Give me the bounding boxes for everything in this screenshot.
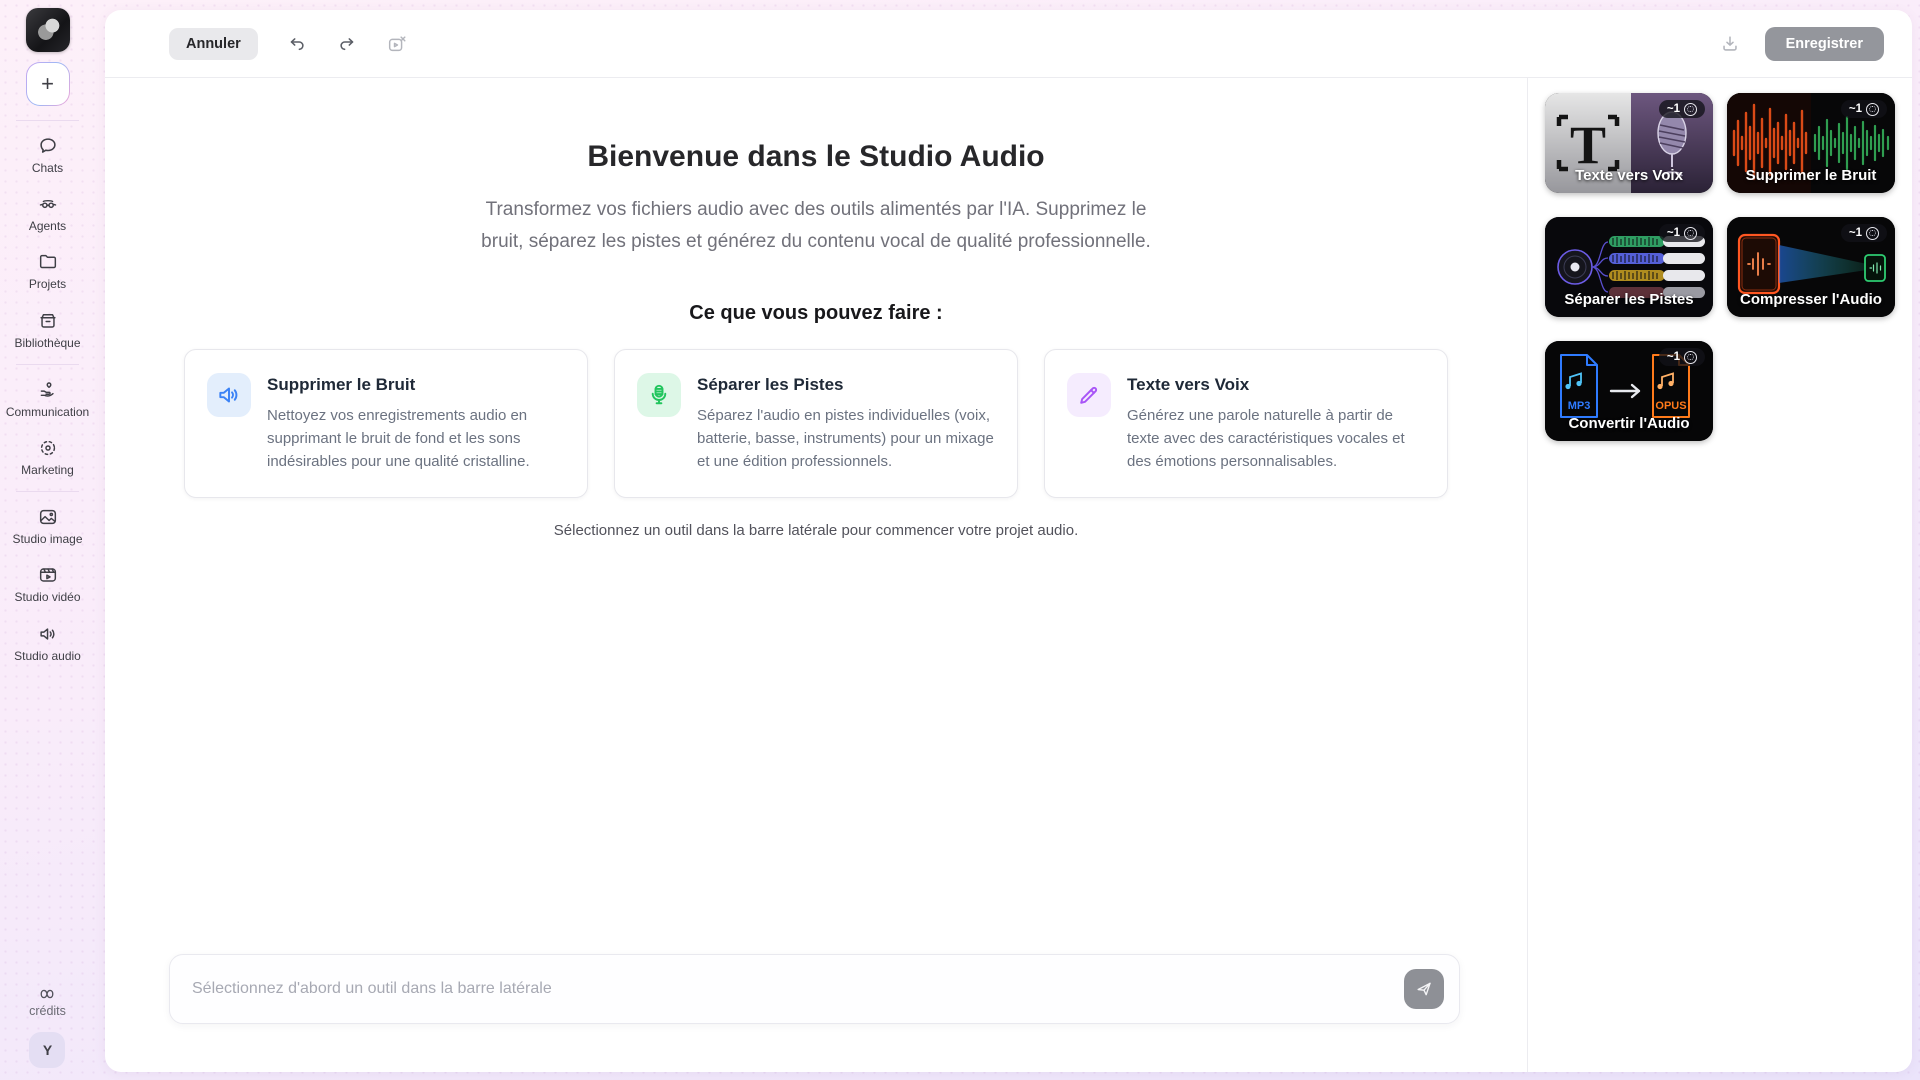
speaker-icon bbox=[37, 623, 59, 645]
sidebar-item-label: Projets bbox=[29, 278, 66, 291]
feature-title: Texte vers Voix bbox=[1127, 375, 1425, 395]
divider bbox=[16, 364, 79, 365]
credit-cost: ~1 bbox=[1849, 227, 1862, 239]
feature-cards: Supprimer le Bruit Nettoyez vos enregist… bbox=[184, 349, 1448, 498]
credits-label: crédits bbox=[29, 1004, 66, 1018]
sidebar-item-studio-video[interactable]: Studio vidéo bbox=[0, 564, 95, 604]
tool-tile-text-to-speech[interactable]: T ~1 Texte vers Voix bbox=[1545, 93, 1713, 193]
tool-tile-denoise[interactable]: ~1 Supprimer le Bruit bbox=[1727, 93, 1895, 193]
feature-card-denoise: Supprimer le Bruit Nettoyez vos enregist… bbox=[184, 349, 588, 498]
divider bbox=[16, 491, 79, 492]
workspace-avatar[interactable] bbox=[26, 8, 70, 52]
sidebar-item-label: Communication bbox=[6, 406, 89, 419]
paper-plane-icon bbox=[1414, 979, 1434, 999]
coin-icon bbox=[1684, 351, 1697, 364]
tools-panel: T ~1 Texte vers Voix bbox=[1527, 78, 1912, 1072]
microphone-icon bbox=[637, 373, 681, 417]
feature-description: Séparez l'audio en pistes individuelles … bbox=[697, 404, 995, 474]
coin-icon bbox=[1684, 227, 1697, 240]
sidebar-item-studio-image[interactable]: Studio image bbox=[0, 506, 95, 546]
credit-cost: ~1 bbox=[1849, 103, 1862, 115]
sidebar-item-chats[interactable]: Chats bbox=[0, 135, 95, 175]
tool-tile-convert[interactable]: MP3 OPUS ~1 Conver bbox=[1545, 341, 1713, 441]
folder-icon bbox=[37, 251, 59, 273]
tool-tile-separate-tracks[interactable]: ~1 Séparer les Pistes bbox=[1545, 217, 1713, 317]
credit-badge: ~1 bbox=[1659, 348, 1705, 366]
archive-box-icon bbox=[37, 310, 59, 332]
agents-icon bbox=[37, 193, 59, 215]
credit-cost: ~1 bbox=[1667, 103, 1680, 115]
sidebar-item-label: Marketing bbox=[21, 464, 74, 477]
feature-description: Nettoyez vos enregistrements audio en su… bbox=[267, 404, 565, 474]
chat-icon bbox=[37, 135, 59, 157]
prompt-bar bbox=[169, 954, 1460, 1024]
image-icon bbox=[37, 506, 59, 528]
helper-text: Sélectionnez un outil dans la barre laté… bbox=[554, 522, 1078, 539]
page-title: Bienvenue dans le Studio Audio bbox=[587, 140, 1044, 174]
hand-heart-icon bbox=[37, 379, 59, 401]
welcome-area: Bienvenue dans le Studio Audio Transform… bbox=[105, 78, 1527, 1072]
feature-title: Séparer les Pistes bbox=[697, 375, 995, 395]
sidebar-item-studio-audio[interactable]: Studio audio bbox=[0, 623, 95, 663]
clear-media-icon[interactable] bbox=[386, 33, 408, 55]
credit-badge: ~1 bbox=[1841, 100, 1887, 118]
sidebar-item-projects[interactable]: Projets bbox=[0, 251, 95, 291]
main-card: Annuler Enregistrer Bienvenue dans le St… bbox=[105, 10, 1912, 1072]
plus-icon: + bbox=[41, 71, 54, 97]
send-button[interactable] bbox=[1404, 969, 1444, 1009]
toolbar: Annuler Enregistrer bbox=[105, 10, 1912, 78]
credits-indicator[interactable]: crédits bbox=[29, 987, 66, 1018]
pen-icon bbox=[1067, 373, 1111, 417]
cancel-button[interactable]: Annuler bbox=[169, 28, 258, 60]
prompt-input[interactable] bbox=[192, 980, 1392, 998]
svg-text:T: T bbox=[1570, 115, 1606, 175]
undo-icon[interactable] bbox=[286, 33, 308, 55]
sidebar-item-label: Agents bbox=[29, 220, 66, 233]
sidebar-item-library[interactable]: Bibliothèque bbox=[0, 310, 95, 350]
credit-badge: ~1 bbox=[1659, 224, 1705, 242]
sidebar-item-marketing[interactable]: Marketing bbox=[0, 437, 95, 477]
svg-text:OPUS: OPUS bbox=[1655, 400, 1686, 412]
svg-text:MP3: MP3 bbox=[1568, 400, 1591, 412]
coin-icon bbox=[1866, 103, 1879, 116]
speaker-icon bbox=[207, 373, 251, 417]
credit-badge: ~1 bbox=[1659, 100, 1705, 118]
sidebar-item-communication[interactable]: Communication bbox=[0, 379, 95, 419]
coin-icon bbox=[1684, 103, 1697, 116]
divider bbox=[16, 120, 79, 121]
tool-tile-compress[interactable]: ~1 Compresser l'Audio bbox=[1727, 217, 1895, 317]
user-avatar[interactable]: Y bbox=[29, 1032, 65, 1068]
credit-cost: ~1 bbox=[1667, 227, 1680, 239]
new-chat-button[interactable]: + bbox=[26, 62, 70, 106]
credit-cost: ~1 bbox=[1667, 351, 1680, 363]
feature-description: Générez une parole naturelle à partir de… bbox=[1127, 404, 1425, 474]
feature-title: Supprimer le Bruit bbox=[267, 375, 565, 395]
redo-icon[interactable] bbox=[336, 33, 358, 55]
save-button[interactable]: Enregistrer bbox=[1765, 27, 1884, 61]
sidebar-item-label: Studio image bbox=[12, 533, 82, 546]
download-icon[interactable] bbox=[1719, 33, 1741, 55]
sidebar-item-label: Bibliothèque bbox=[14, 337, 80, 350]
user-initial: Y bbox=[43, 1042, 52, 1058]
left-sidebar: + Chats Agents Projets Bibliothèque Comm… bbox=[0, 0, 95, 1080]
sidebar-item-agents[interactable]: Agents bbox=[0, 193, 95, 233]
sidebar-item-label: Studio audio bbox=[14, 650, 81, 663]
feature-card-tts: Texte vers Voix Générez une parole natur… bbox=[1044, 349, 1448, 498]
video-icon bbox=[37, 564, 59, 586]
coin-icon bbox=[1866, 227, 1879, 240]
infinity-icon bbox=[37, 987, 57, 1001]
sidebar-item-label: Chats bbox=[32, 162, 63, 175]
target-icon bbox=[37, 437, 59, 459]
feature-card-separate: Séparer les Pistes Séparez l'audio en pi… bbox=[614, 349, 1018, 498]
page-subtitle: Transformez vos fichiers audio avec des … bbox=[471, 194, 1161, 258]
credit-badge: ~1 bbox=[1841, 224, 1887, 242]
sidebar-item-label: Studio vidéo bbox=[14, 591, 80, 604]
section-title: Ce que vous pouvez faire : bbox=[689, 302, 942, 325]
